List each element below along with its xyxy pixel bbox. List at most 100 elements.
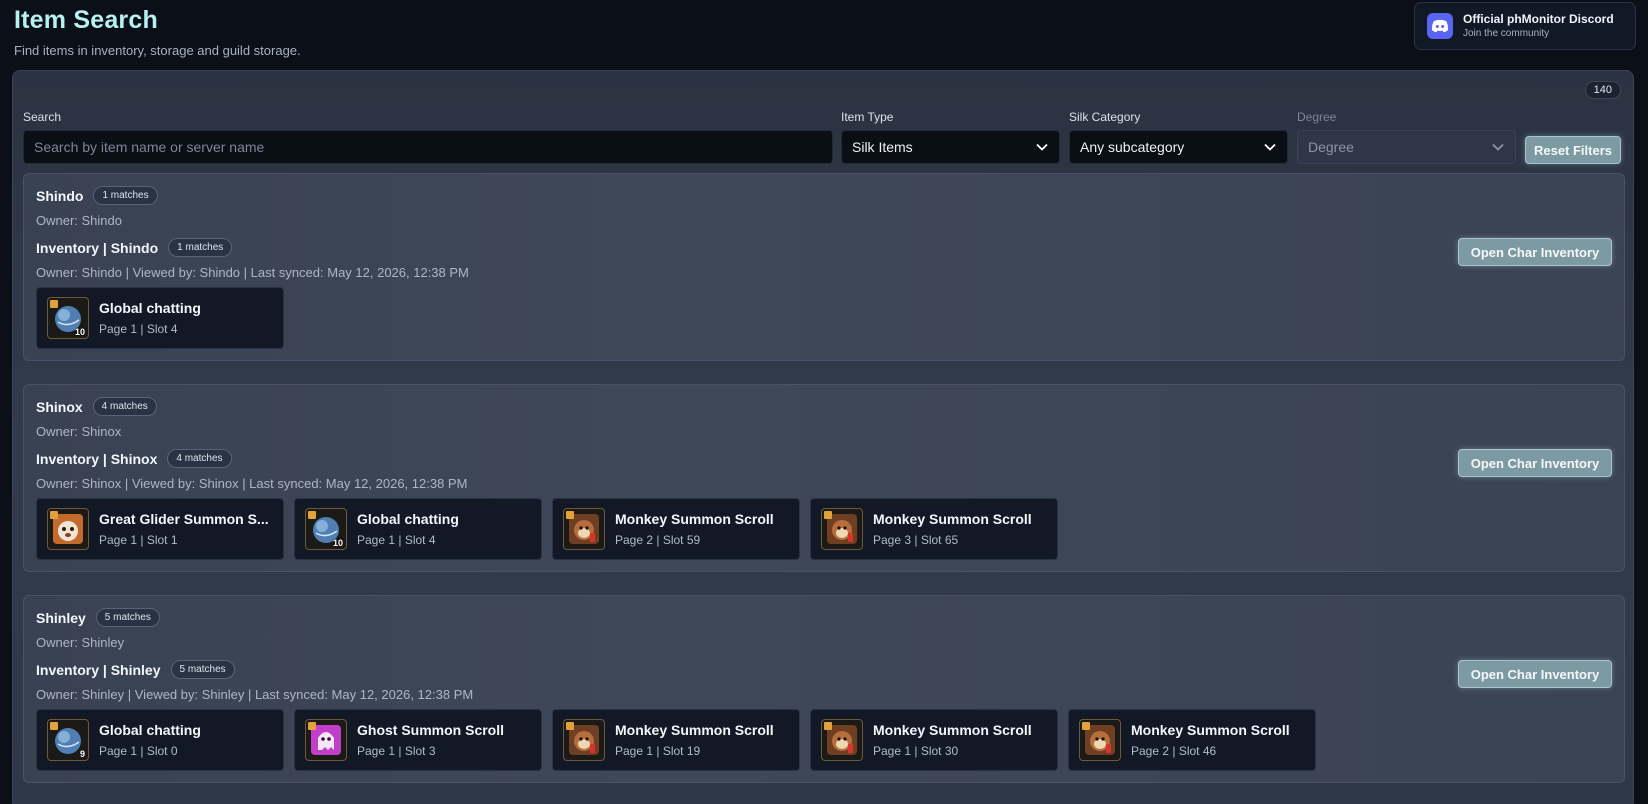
page-header: Item Search Find items in inventory, sto… xyxy=(14,6,301,58)
inventory-matches-badge: 1 matches xyxy=(168,238,233,257)
character-name: Shinley xyxy=(36,609,86,626)
open-char-inventory-button[interactable]: Open Char Inventory xyxy=(1458,238,1612,266)
chevron-down-icon xyxy=(1492,143,1504,151)
item-name: Monkey Summon Scroll xyxy=(615,511,774,527)
item-tile[interactable]: 9 Global chatting Page 1 | Slot 0 xyxy=(36,709,284,771)
discord-subtitle: Join the community xyxy=(1463,28,1550,40)
open-char-inventory-button[interactable]: Open Char Inventory xyxy=(1458,449,1612,477)
monkey-icon xyxy=(1079,719,1121,761)
silk-category-label: Silk Category xyxy=(1069,110,1141,124)
item-slot: Page 1 | Slot 19 xyxy=(615,744,701,758)
open-char-inventory-button[interactable]: Open Char Inventory xyxy=(1458,660,1612,688)
item-slot: Page 2 | Slot 59 xyxy=(615,533,701,547)
item-slot: Page 3 | Slot 65 xyxy=(873,533,959,547)
item-type-label: Item Type xyxy=(841,110,894,124)
star-badge-icon xyxy=(824,511,832,519)
globe-icon: 9 xyxy=(47,719,89,761)
item-name: Monkey Summon Scroll xyxy=(873,722,1032,738)
item-type-value: Silk Items xyxy=(852,139,913,155)
matches-badge: 1 matches xyxy=(93,186,158,205)
star-badge-icon xyxy=(824,722,832,730)
item-name: Global chatting xyxy=(99,722,201,738)
inventory-meta: Owner: Shinox | Viewed by: Shinox | Last… xyxy=(36,476,468,491)
discord-icon xyxy=(1427,13,1453,39)
item-type-select[interactable]: Silk Items xyxy=(841,130,1060,164)
item-tile[interactable]: Monkey Summon Scroll Page 2 | Slot 59 xyxy=(552,498,800,560)
chevron-down-icon xyxy=(1264,143,1276,151)
item-name: Monkey Summon Scroll xyxy=(873,511,1032,527)
page-title: Item Search xyxy=(14,6,158,34)
item-tile[interactable]: Monkey Summon Scroll Page 3 | Slot 65 xyxy=(810,498,1058,560)
star-badge-icon xyxy=(50,722,58,730)
owner-line: Owner: Shinox xyxy=(36,424,122,439)
item-tile[interactable]: 10 Global chatting Page 1 | Slot 4 xyxy=(294,498,542,560)
item-name: Monkey Summon Scroll xyxy=(1131,722,1290,738)
discord-title: Official phMonitor Discord xyxy=(1463,11,1614,26)
inventory-title: Inventory | Shindo xyxy=(36,239,159,256)
results-count-badge: 140 xyxy=(1584,81,1621,99)
inventory-title: Inventory | Shinox xyxy=(36,450,158,467)
owner-line: Owner: Shinley xyxy=(36,635,125,650)
star-badge-icon xyxy=(50,300,58,308)
inventory-matches-badge: 5 matches xyxy=(170,660,235,679)
item-tile[interactable]: 10 Global chatting Page 1 | Slot 4 xyxy=(36,287,284,349)
item-list: 10 Global chatting Page 1 | Slot 4 xyxy=(36,287,284,349)
item-tile[interactable]: Monkey Summon Scroll Page 1 | Slot 19 xyxy=(552,709,800,771)
item-list: 9 Global chatting Page 1 | Slot 0 Ghost … xyxy=(36,709,1316,771)
monkey-icon xyxy=(563,719,605,761)
character-card: Shindo 1 matches Owner: Shindo Inventory… xyxy=(23,173,1625,361)
monkey-icon xyxy=(821,508,863,550)
item-tile[interactable]: Great Glider Summon S... Page 1 | Slot 1 xyxy=(36,498,284,560)
item-name: Global chatting xyxy=(99,300,201,316)
page-subtitle: Find items in inventory, storage and gui… xyxy=(14,43,301,58)
item-quantity: 10 xyxy=(74,327,85,337)
item-name: Global chatting xyxy=(357,511,459,527)
matches-badge: 5 matches xyxy=(95,608,160,627)
item-list: Great Glider Summon S... Page 1 | Slot 1… xyxy=(36,498,1058,560)
item-slot: Page 1 | Slot 1 xyxy=(99,533,178,547)
inventory-matches-badge: 4 matches xyxy=(167,449,232,468)
character-card: Shinox 4 matches Owner: Shinox Inventory… xyxy=(23,384,1625,572)
character-card: Shinley 5 matches Owner: Shinley Invento… xyxy=(23,595,1625,783)
search-input[interactable] xyxy=(23,130,833,164)
item-name: Great Glider Summon S... xyxy=(99,511,269,527)
silk-category-value: Any subcategory xyxy=(1080,139,1185,155)
character-name: Shindo xyxy=(36,187,84,204)
degree-label: Degree xyxy=(1297,110,1337,124)
monkey-icon xyxy=(563,508,605,550)
star-badge-icon xyxy=(308,511,316,519)
star-badge-icon xyxy=(1082,722,1090,730)
item-slot: Page 1 | Slot 0 xyxy=(99,744,178,758)
inventory-meta: Owner: Shindo | Viewed by: Shindo | Last… xyxy=(36,265,469,280)
star-badge-icon xyxy=(308,722,316,730)
item-slot: Page 1 | Slot 30 xyxy=(873,744,959,758)
star-badge-icon xyxy=(566,722,574,730)
matches-badge: 4 matches xyxy=(92,397,157,416)
search-label: Search xyxy=(23,110,62,124)
owner-line: Owner: Shindo xyxy=(36,213,122,228)
character-name: Shinox xyxy=(36,398,83,415)
globe-icon: 10 xyxy=(47,297,89,339)
item-tile[interactable]: Monkey Summon Scroll Page 2 | Slot 46 xyxy=(1068,709,1316,771)
degree-select[interactable]: Degree xyxy=(1297,130,1516,164)
discord-link[interactable]: Official phMonitor Discord Join the comm… xyxy=(1414,2,1636,50)
ghost-icon xyxy=(305,719,347,761)
item-slot: Page 1 | Slot 3 xyxy=(357,744,436,758)
item-name: Monkey Summon Scroll xyxy=(615,722,774,738)
item-slot: Page 1 | Slot 4 xyxy=(99,322,178,336)
degree-value: Degree xyxy=(1308,139,1354,155)
item-quantity: 10 xyxy=(332,538,343,548)
star-badge-icon xyxy=(50,511,58,519)
item-tile[interactable]: Monkey Summon Scroll Page 1 | Slot 30 xyxy=(810,709,1058,771)
inventory-meta: Owner: Shinley | Viewed by: Shinley | La… xyxy=(36,687,474,702)
item-tile[interactable]: Ghost Summon Scroll Page 1 | Slot 3 xyxy=(294,709,542,771)
item-name: Ghost Summon Scroll xyxy=(357,722,505,738)
inventory-title: Inventory | Shinley xyxy=(36,661,161,678)
star-badge-icon xyxy=(566,511,574,519)
glider-icon xyxy=(47,508,89,550)
reset-filters-button[interactable]: Reset Filters xyxy=(1525,136,1621,164)
silk-category-select[interactable]: Any subcategory xyxy=(1069,130,1288,164)
globe-icon: 10 xyxy=(305,508,347,550)
search-panel: 140 Search Item Type Silk Items Silk Cat… xyxy=(12,70,1634,804)
chevron-down-icon xyxy=(1036,143,1048,151)
